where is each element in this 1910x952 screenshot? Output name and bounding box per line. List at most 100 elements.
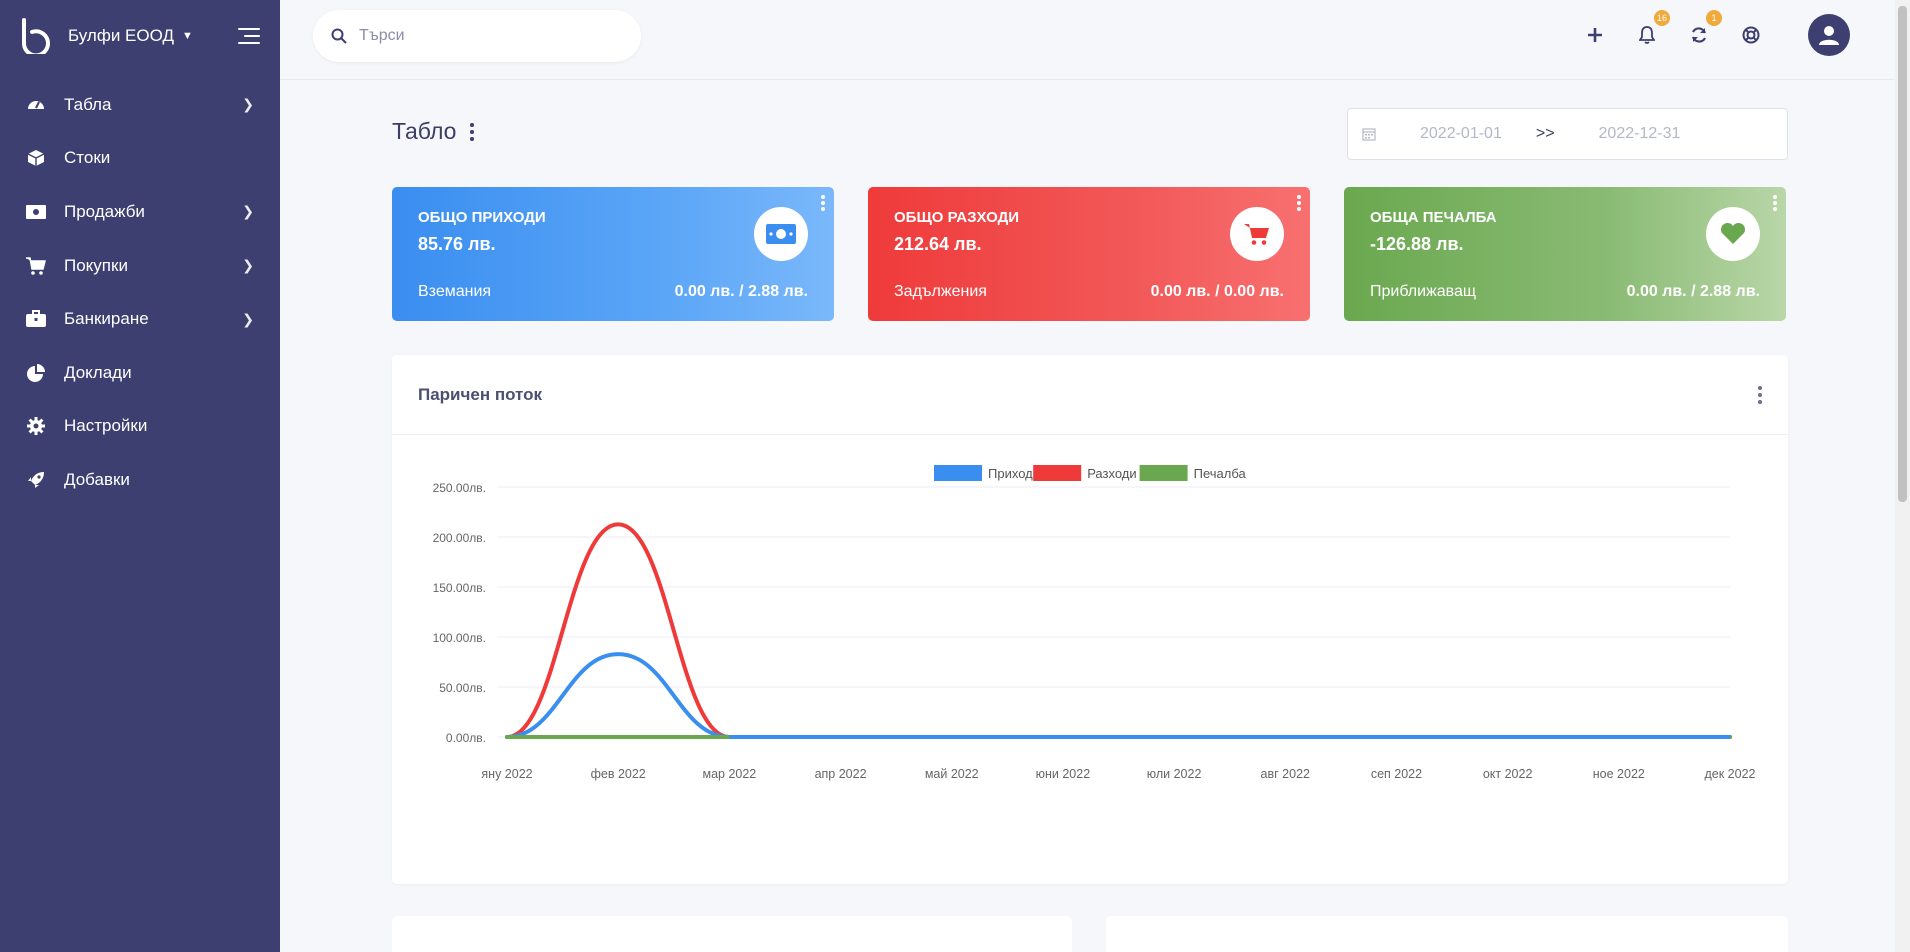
date-range-picker[interactable]: 2022-01-01 >> 2022-12-31 [1347, 108, 1788, 160]
x-tick-label: окт 2022 [1483, 767, 1533, 781]
chart-pie-icon [26, 363, 46, 383]
sidebar-nav: Табла ❯ Стоки Продажби ❯ Покупки ❯ Банки… [0, 78, 280, 507]
sidebar-item-label: Доклади [64, 362, 132, 382]
card-sub-value: 0.00 лв. / 2.88 лв. [674, 283, 808, 300]
card-title: ОБЩО РАЗХОДИ [894, 209, 1020, 226]
heart-icon [1706, 207, 1760, 261]
menu-toggle-icon[interactable] [234, 25, 260, 47]
money-bill-icon [754, 207, 808, 261]
y-tick-label: 100.00лв. [433, 631, 486, 645]
date-from-input[interactable]: 2022-01-01 [1420, 125, 1502, 143]
updates-badge: 1 [1706, 10, 1722, 26]
chevron-right-icon: ❯ [242, 203, 254, 220]
card-amount: 85.76 лв. [418, 234, 496, 254]
caret-down-icon[interactable]: ▼ [182, 30, 193, 42]
chevron-right-icon: ❯ [242, 310, 254, 327]
sidebar-item-dashboards[interactable]: Табла ❯ [0, 78, 280, 132]
plus-icon [1588, 28, 1602, 42]
search-icon [331, 28, 347, 44]
chevron-right-icon: ❯ [242, 257, 254, 274]
page-scrollbar[interactable] [1895, 0, 1910, 952]
sidebar-item-sales[interactable]: Продажби ❯ [0, 185, 280, 239]
sidebar-item-settings[interactable]: Настройки [0, 400, 280, 454]
y-tick-label: 0.00лв. [446, 731, 486, 745]
card-sub-label: Вземания [418, 283, 492, 300]
gauge-icon [26, 95, 46, 115]
sidebar-item-label: Продажби [64, 201, 145, 221]
legend-swatch [934, 465, 982, 481]
lower-panel-left [392, 916, 1072, 952]
help-button[interactable] [1738, 22, 1764, 48]
card-sub-value: 0.00 лв. / 0.00 лв. [1150, 283, 1284, 300]
company-switcher[interactable]: Булфи ЕООД [68, 26, 174, 46]
gear-icon [26, 416, 46, 436]
brand-bar: Булфи ЕООД ▼ [0, 0, 280, 72]
legend-label: Печалба [1194, 466, 1247, 481]
sidebar-item-label: Добавки [64, 469, 130, 489]
app-logo-icon[interactable] [18, 18, 52, 54]
card-amount: 212.64 лв. [894, 234, 982, 254]
card-sub-label: Приближаващ [1370, 283, 1477, 300]
calendar-icon [1362, 128, 1376, 141]
x-tick-label: яну 2022 [481, 767, 532, 781]
cashflow-panel: Паричен поток 0.00лв. 50.00лв. 100.00лв. 15… [392, 355, 1788, 884]
profit-card-menu-icon[interactable] [1773, 195, 1777, 211]
life-ring-icon [1742, 26, 1760, 44]
cashflow-chart: 0.00лв. 50.00лв. 100.00лв. 150.00лв. 200.00л… [433, 465, 1756, 781]
chevron-right-icon: ❯ [242, 96, 254, 113]
card-title: ОБЩА ПЕЧАЛБА [1370, 209, 1497, 226]
bell-icon [1639, 26, 1655, 44]
y-tick-label: 150.00лв. [433, 581, 486, 595]
sidebar-item-items[interactable]: Стоки [0, 132, 280, 186]
search-input[interactable]: Търси [359, 27, 405, 45]
panel-title: Паричен поток [418, 384, 543, 404]
cube-icon [26, 148, 46, 168]
sidebar-item-banking[interactable]: Банкиране ❯ [0, 292, 280, 346]
sidebar-item-addons[interactable]: Добавки [0, 453, 280, 507]
x-tick-label: фев 2022 [591, 767, 646, 781]
sidebar-item-label: Покупки [64, 255, 128, 275]
lower-panel-right [1106, 916, 1788, 952]
income-card-menu-icon[interactable] [821, 195, 825, 211]
x-tick-label: юни 2022 [1036, 767, 1091, 781]
date-to-input[interactable]: 2022-12-31 [1599, 125, 1681, 143]
top-actions: 16 1 [1582, 10, 1850, 56]
sidebar-item-label: Табла [64, 94, 112, 114]
legend-swatch [1139, 465, 1188, 481]
x-tick-label: апр 2022 [815, 767, 867, 781]
user-avatar[interactable] [1808, 14, 1850, 56]
expense-card: ОБЩО РАЗХОДИ 212.64 лв. Задължения 0.00 … [868, 187, 1310, 321]
user-icon [1819, 26, 1839, 45]
sidebar-item-purchases[interactable]: Покупки ❯ [0, 239, 280, 293]
series-line-Приход [505, 652, 1732, 739]
card-amount: -126.88 лв. [1370, 234, 1464, 254]
page-title: Табло [392, 118, 475, 145]
income-card: ОБЩО ПРИХОДИ 85.76 лв. Вземания 0.00 лв.… [392, 187, 834, 321]
money-bill-icon [26, 202, 46, 222]
profit-card: ОБЩА ПЕЧАЛБА -126.88 лв. Приближаващ 0.0… [1344, 187, 1786, 321]
card-title: ОБЩО ПРИХОДИ [418, 209, 546, 226]
x-tick-label: сеп 2022 [1371, 767, 1422, 781]
shopping-cart-icon [26, 256, 46, 276]
x-tick-label: мар 2022 [702, 767, 756, 781]
topbar: Търси 16 1 [280, 0, 1910, 80]
rocket-icon [26, 470, 46, 490]
x-tick-label: май 2022 [925, 767, 979, 781]
legend-swatch [1033, 465, 1082, 481]
page-title-text: Табло [392, 118, 457, 144]
sync-button[interactable]: 1 [1686, 10, 1722, 48]
notifications-button[interactable]: 16 [1634, 10, 1670, 48]
cashflow-menu-icon[interactable] [1758, 385, 1762, 404]
x-tick-label: юли 2022 [1147, 767, 1202, 781]
sync-icon [1691, 27, 1707, 43]
search-box[interactable]: Търси [313, 10, 641, 62]
sidebar-item-reports[interactable]: Доклади [0, 346, 280, 400]
series-line-Разходи [505, 522, 1732, 739]
dashboard-menu-icon[interactable] [470, 122, 475, 141]
sidebar-item-label: Банкиране [64, 309, 149, 329]
scrollbar-thumb[interactable] [1898, 6, 1907, 502]
y-tick-label: 250.00лв. [433, 481, 486, 495]
x-tick-label: дек 2022 [1705, 767, 1756, 781]
add-new-button[interactable] [1582, 22, 1608, 48]
expense-card-menu-icon[interactable] [1297, 195, 1301, 211]
